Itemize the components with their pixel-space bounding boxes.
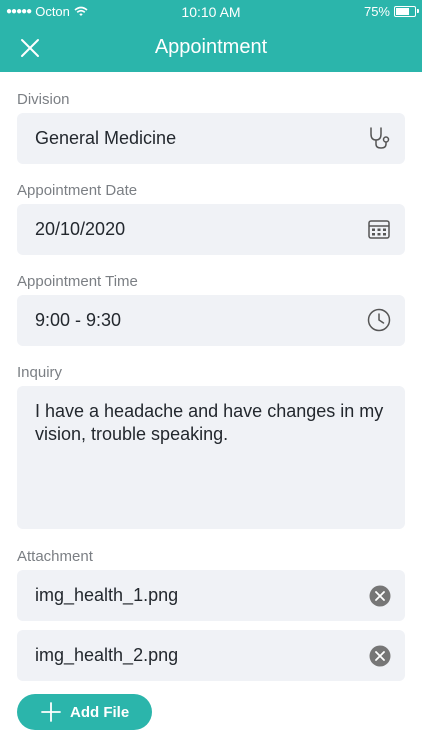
calendar-icon: [368, 220, 390, 239]
remove-file-icon[interactable]: [369, 585, 391, 607]
battery-fill: [396, 8, 409, 15]
attachment-item: img_health_2.png: [17, 630, 405, 681]
status-right: 75%: [363, 4, 419, 19]
time-value: 9:00 - 9:30: [35, 310, 122, 330]
inquiry-label: Inquiry: [17, 364, 63, 381]
nav-bar: Appointment: [0, 24, 422, 72]
header: ●●●●● Octon 10:10 AM 75% Appointment: [0, 0, 422, 72]
time-field[interactable]: 9:00 - 9:30: [17, 295, 405, 346]
attachment-label: Attachment: [17, 548, 93, 565]
page-title: Appointment: [154, 36, 268, 58]
attachment-item: img_health_1.png: [17, 570, 405, 621]
division-field[interactable]: General Medicine: [17, 113, 405, 164]
date-field[interactable]: 20/10/2020: [17, 204, 405, 255]
attachment-filename: img_health_2.png: [35, 645, 179, 665]
add-file-button[interactable]: Add File: [17, 694, 152, 730]
remove-file-icon[interactable]: [369, 645, 391, 667]
add-file-label: Add File: [70, 703, 130, 721]
stethoscope-icon: [370, 127, 390, 149]
time-label: Appointment Time: [17, 273, 138, 290]
plus-icon: [41, 702, 61, 722]
battery-icon: [394, 6, 419, 17]
division-label: Division: [17, 91, 70, 108]
battery-percent: 75%: [363, 4, 390, 19]
clock-icon: [367, 308, 391, 332]
status-time: 10:10 AM: [181, 4, 241, 20]
inquiry-textarea[interactable]: I have a headache and have changes in my…: [17, 386, 405, 529]
attachment-filename: img_health_1.png: [35, 585, 179, 605]
division-value: General Medicine: [35, 128, 177, 148]
status-bar: ●●●●● Octon 10:10 AM 75%: [0, 0, 422, 24]
date-label: Appointment Date: [17, 182, 138, 199]
date-value: 20/10/2020: [35, 219, 126, 239]
